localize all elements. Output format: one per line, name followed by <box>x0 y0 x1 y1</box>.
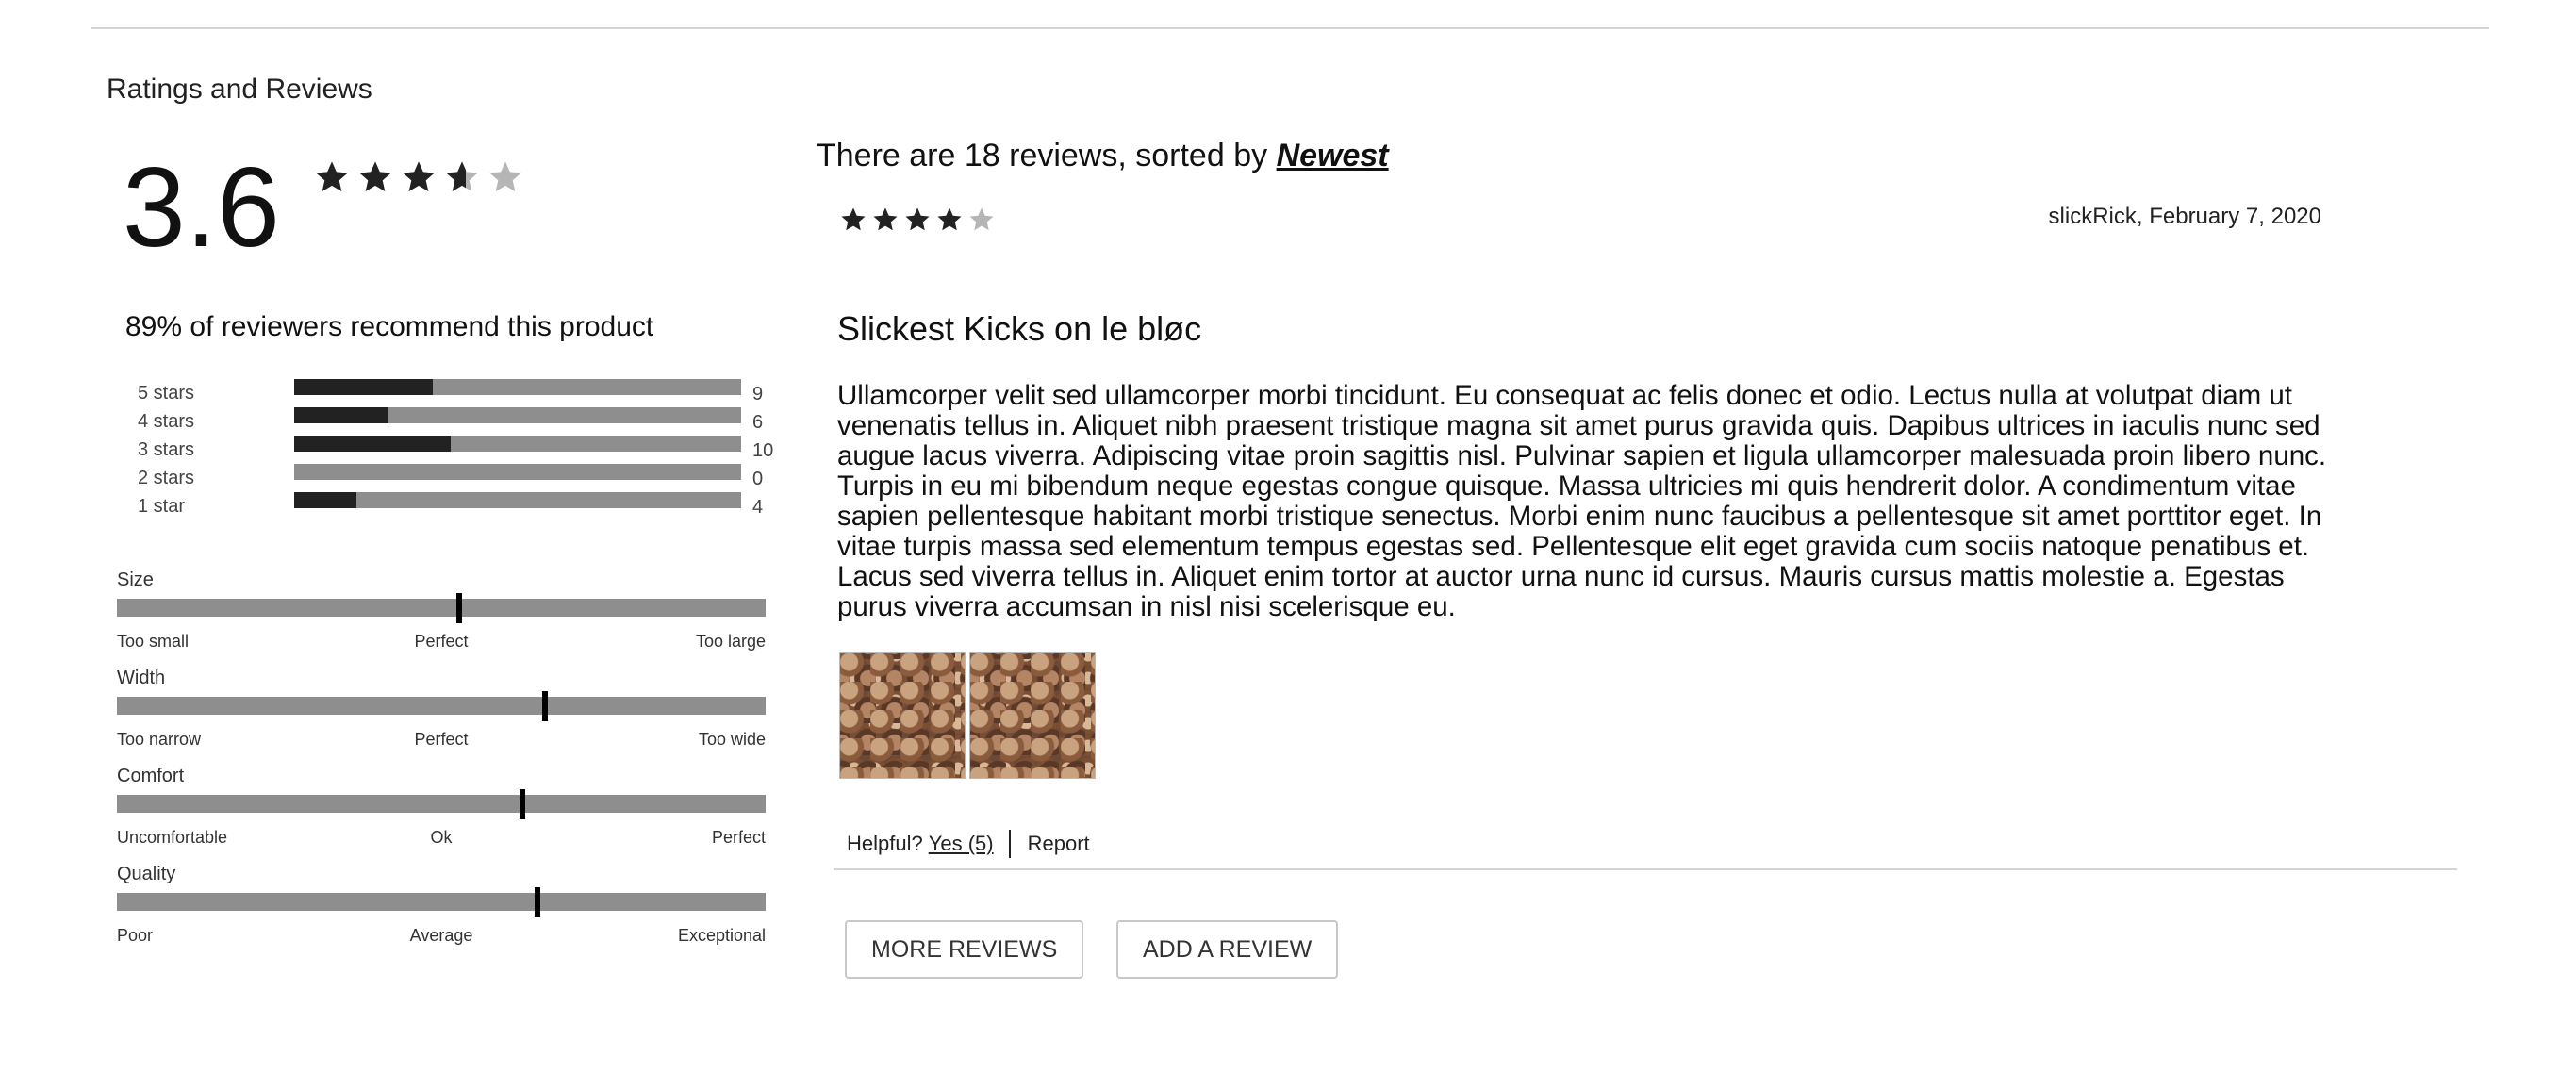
breakdown-row-3[interactable]: 3 stars 10 <box>138 436 798 464</box>
star-partial-icon <box>446 161 478 191</box>
characteristic-size: Size Too small Perfect Too large <box>117 570 766 668</box>
review-meta: slickRick, February 7, 2020 <box>2048 204 2321 229</box>
star-full-icon <box>316 161 348 191</box>
breakdown-row-4[interactable]: 4 stars 6 <box>138 407 798 436</box>
characteristic-mid-label: Average <box>409 926 473 945</box>
breakdown-count: 0 <box>752 469 764 489</box>
review-photo-thumbnail[interactable] <box>839 652 966 779</box>
characteristic-mid-label: Ok <box>430 828 453 847</box>
average-rating: 3.6 <box>123 144 280 271</box>
breakdown-bar <box>294 436 741 452</box>
characteristic-marker <box>455 593 462 623</box>
characteristic-mid-label: Perfect <box>414 730 469 749</box>
characteristic-name: Width <box>117 668 166 688</box>
star-full-icon <box>873 207 898 231</box>
characteristic-mid-label: Perfect <box>414 632 469 651</box>
characteristic-low-label: Too narrow <box>117 730 202 749</box>
breakdown-label: 1 star <box>138 496 186 517</box>
star-full-icon <box>937 207 962 231</box>
breakdown-bar-fill <box>294 492 357 508</box>
characteristic-name: Size <box>117 570 154 590</box>
sort-line: There are 18 reviews, sorted by Newest <box>817 138 1389 174</box>
breakdown-row-2[interactable]: 2 stars 0 <box>138 464 798 492</box>
breakdown-count: 6 <box>752 412 764 433</box>
characteristic-comfort: Comfort Uncomfortable Ok Perfect <box>117 766 766 864</box>
report-link[interactable]: Report <box>1028 832 1090 856</box>
review-divider <box>834 868 2457 870</box>
review-stars <box>839 206 996 234</box>
breakdown-bar <box>294 407 741 423</box>
breakdown-label: 2 stars <box>138 468 195 488</box>
breakdown-label: 3 stars <box>138 439 195 460</box>
characteristic-name: Quality <box>117 864 176 884</box>
characteristic-name: Comfort <box>117 766 185 786</box>
breakdown-count: 9 <box>752 384 764 404</box>
characteristics: Size Too small Perfect Too large Width T… <box>117 570 766 962</box>
characteristic-high-label: Too large <box>695 632 766 651</box>
breakdown-label: 4 stars <box>138 411 195 432</box>
review-photos <box>839 652 1096 779</box>
characteristic-bar <box>117 691 766 721</box>
star-full-icon <box>905 207 930 231</box>
review-title: Slickest Kicks on le bløc <box>837 309 1202 348</box>
breakdown-bar <box>294 464 741 480</box>
sort-dropdown[interactable]: Newest <box>1277 138 1389 173</box>
star-full-icon <box>403 161 435 191</box>
star-full-icon <box>841 207 866 231</box>
separator <box>1008 830 1011 858</box>
characteristic-marker <box>542 691 549 721</box>
breakdown-count: 4 <box>752 497 764 518</box>
helpful-label: Helpful? <box>847 832 923 855</box>
star-empty-icon <box>489 161 521 191</box>
characteristic-quality: Quality Poor Average Exceptional <box>117 864 766 962</box>
breakdown-bar-fill <box>294 407 388 423</box>
breakdown-row-1[interactable]: 1 star 4 <box>138 492 798 520</box>
star-empty-icon <box>969 207 994 231</box>
breakdown-label: 5 stars <box>138 383 195 404</box>
ratings-panel: Ratings and Reviews 3.6 89% of reviewers… <box>0 0 792 1073</box>
reviews-panel: There are 18 reviews, sorted by Newest s… <box>811 0 2576 1073</box>
review-count-text: There are 18 reviews, sorted by <box>817 138 1277 173</box>
characteristic-low-label: Too small <box>117 632 190 651</box>
characteristic-high-label: Too wide <box>698 730 766 749</box>
characteristic-high-label: Perfect <box>711 828 766 847</box>
characteristic-marker <box>520 789 525 819</box>
characteristic-bar <box>117 887 766 917</box>
average-stars <box>313 158 524 196</box>
breakdown-row-5[interactable]: 5 stars 9 <box>138 379 798 407</box>
helpful-yes-link[interactable]: Yes (5) <box>929 832 994 856</box>
more-reviews-button[interactable]: MORE REVIEWS <box>845 920 1084 979</box>
characteristic-bar <box>117 789 766 819</box>
breakdown-count: 10 <box>752 440 774 461</box>
characteristic-high-label: Exceptional <box>677 926 766 945</box>
breakdown-bar <box>294 379 741 395</box>
characteristic-low-label: Poor <box>117 926 154 945</box>
review-photo-thumbnail[interactable] <box>969 652 1096 779</box>
characteristic-width: Width Too narrow Perfect Too wide <box>117 668 766 766</box>
breakdown-bar-fill <box>294 436 451 452</box>
star-full-icon <box>359 161 391 191</box>
characteristic-marker <box>534 887 540 917</box>
breakdown-bar <box>294 492 741 508</box>
characteristic-bar <box>117 593 766 623</box>
breakdown-bar-fill <box>294 379 433 395</box>
review-body: Ullamcorper velit sed ullamcorper morbi … <box>837 380 2327 622</box>
section-title: Ratings and Reviews <box>107 74 372 105</box>
add-review-button[interactable]: ADD A REVIEW <box>1116 920 1339 979</box>
helpful-row: Helpful? Yes (5) Report <box>847 830 1090 858</box>
characteristic-low-label: Uncomfortable <box>117 828 228 847</box>
recommend-text: 89% of reviewers recommend this product <box>125 311 654 342</box>
